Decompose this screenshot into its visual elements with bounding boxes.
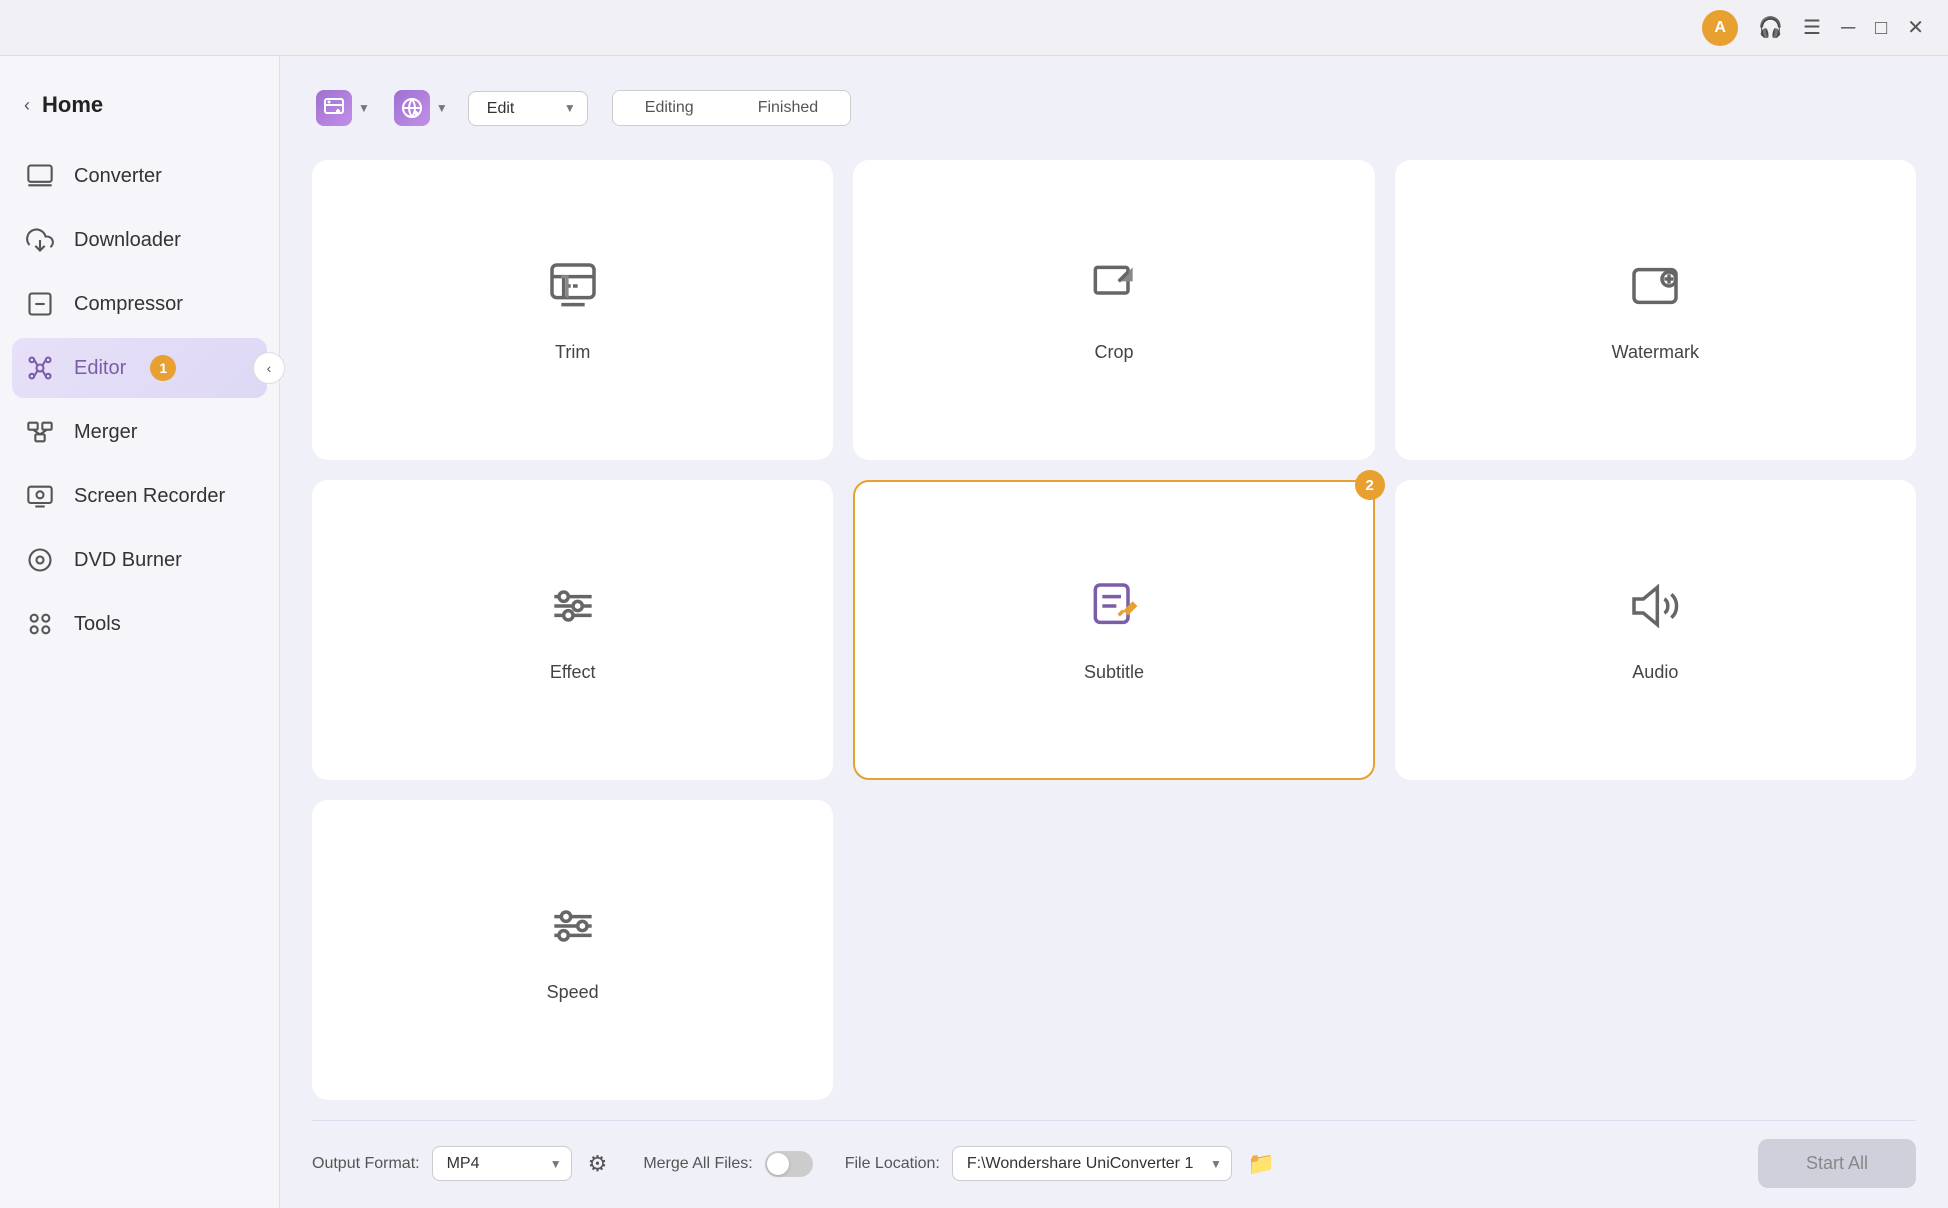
headset-icon[interactable]: 🎧 (1758, 18, 1783, 38)
effect-card[interactable]: Effect (312, 480, 833, 780)
merger-icon (24, 416, 56, 448)
output-format-settings-btn[interactable]: ⚙ (584, 1147, 612, 1181)
merger-label: Merger (74, 421, 137, 444)
subtitle-card[interactable]: Subtitle 2 (853, 480, 1374, 780)
tab-finished[interactable]: Finished (726, 91, 850, 125)
sidebar-item-dvd-burner[interactable]: DVD Burner (0, 530, 279, 590)
merge-label: Merge All Files: (643, 1155, 752, 1173)
tools-label: Tools (74, 613, 121, 636)
screen-recorder-label: Screen Recorder (74, 485, 225, 508)
back-arrow-icon: ‹ (24, 95, 30, 116)
speed-icon (545, 898, 601, 966)
sidebar-item-compressor[interactable]: Compressor (0, 274, 279, 334)
toolbar: ▼ ▼ Edit (312, 84, 1916, 132)
merge-field: Merge All Files: (643, 1151, 812, 1177)
menu-icon[interactable]: ☰ (1803, 18, 1821, 38)
editor-badge: 1 (150, 355, 176, 381)
sidebar: ‹ Home Converter Downloader (0, 56, 280, 1208)
maximize-icon[interactable]: □ (1875, 18, 1887, 38)
subtitle-icon (1086, 578, 1142, 646)
titlebar: A 🎧 ☰ ─ □ ✕ (0, 0, 1948, 56)
audio-label: Audio (1632, 662, 1678, 683)
speed-card[interactable]: Speed (312, 800, 833, 1100)
file-location-browse-btn[interactable]: 📁 (1244, 1147, 1279, 1181)
effect-label: Effect (550, 662, 596, 683)
editor-icon (24, 352, 56, 384)
output-format-field: Output Format: MP4 MOV AVI ▼ ⚙ (312, 1146, 611, 1181)
sidebar-item-screen-recorder[interactable]: Screen Recorder (0, 466, 279, 526)
crop-label: Crop (1094, 342, 1133, 363)
edit-dropdown[interactable]: Edit (468, 91, 588, 126)
tab-group: Editing Finished (612, 90, 851, 126)
output-format-label: Output Format: (312, 1155, 420, 1173)
output-format-select[interactable]: MP4 MOV AVI (432, 1146, 572, 1181)
screen-recorder-icon (24, 480, 56, 512)
toggle-knob (767, 1153, 789, 1175)
audio-card[interactable]: Audio (1395, 480, 1916, 780)
edit-dropdown-wrap: Edit ▼ (468, 91, 588, 126)
speed-label: Speed (547, 982, 599, 1003)
close-icon[interactable]: ✕ (1907, 18, 1924, 38)
compressor-label: Compressor (74, 293, 183, 316)
sidebar-home-label: Home (42, 92, 103, 118)
downloader-label: Downloader (74, 229, 181, 252)
downloader-icon (24, 224, 56, 256)
file-location-field: File Location: F:\Wondershare UniConvert… (845, 1146, 1280, 1181)
add-url-icon (394, 90, 430, 126)
trim-card[interactable]: Trim (312, 160, 833, 460)
file-location-select-wrap: F:\Wondershare UniConverter 1 ▼ (952, 1146, 1232, 1181)
minimize-icon[interactable]: ─ (1841, 18, 1855, 38)
converter-icon (24, 160, 56, 192)
tools-icon (24, 608, 56, 640)
tab-editing[interactable]: Editing (613, 91, 726, 125)
file-location-select[interactable]: F:\Wondershare UniConverter 1 (952, 1146, 1232, 1181)
sidebar-item-converter[interactable]: Converter (0, 146, 279, 206)
editor-cards-grid: Trim Crop (312, 160, 1916, 1100)
output-format-select-wrap: MP4 MOV AVI ▼ (432, 1146, 572, 1181)
sidebar-item-tools[interactable]: Tools (0, 594, 279, 654)
watermark-icon (1627, 258, 1683, 326)
sidebar-item-merger[interactable]: Merger (0, 402, 279, 462)
watermark-label: Watermark (1612, 342, 1699, 363)
start-all-button[interactable]: Start All (1758, 1139, 1916, 1188)
dvd-burner-label: DVD Burner (74, 549, 182, 572)
user-avatar[interactable]: A (1702, 10, 1738, 46)
subtitle-label: Subtitle (1084, 662, 1144, 683)
add-files-icon (316, 90, 352, 126)
sidebar-home[interactable]: ‹ Home (0, 76, 279, 142)
collapse-sidebar-btn[interactable]: ‹ (253, 352, 285, 384)
trim-icon (545, 258, 601, 326)
audio-icon (1627, 578, 1683, 646)
add-url-arrow: ▼ (436, 101, 448, 115)
dvd-burner-icon (24, 544, 56, 576)
effect-icon (545, 578, 601, 646)
sidebar-item-downloader[interactable]: Downloader (0, 210, 279, 270)
merge-toggle[interactable] (765, 1151, 813, 1177)
crop-icon (1086, 258, 1142, 326)
subtitle-badge: 2 (1355, 470, 1385, 500)
trim-label: Trim (555, 342, 590, 363)
watermark-card[interactable]: Watermark (1395, 160, 1916, 460)
crop-card[interactable]: Crop (853, 160, 1374, 460)
converter-label: Converter (74, 165, 162, 188)
main-content: ▼ ▼ Edit (280, 56, 1948, 1208)
compressor-icon (24, 288, 56, 320)
sidebar-item-editor[interactable]: Editor 1 ‹ (12, 338, 267, 398)
add-url-button[interactable]: ▼ (390, 84, 452, 132)
editor-label: Editor (74, 357, 126, 380)
bottom-bar: Output Format: MP4 MOV AVI ▼ ⚙ Merge All… (312, 1120, 1916, 1208)
app-body: ‹ Home Converter Downloader (0, 56, 1948, 1208)
add-files-arrow: ▼ (358, 101, 370, 115)
file-location-label: File Location: (845, 1155, 940, 1173)
add-files-button[interactable]: ▼ (312, 84, 374, 132)
